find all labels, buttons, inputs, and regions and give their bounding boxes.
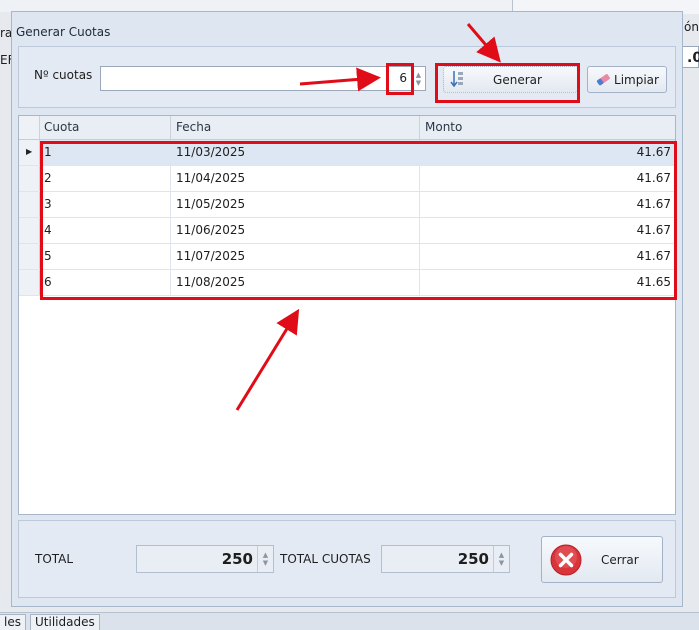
annotation-arrow-to-generar bbox=[466, 23, 501, 63]
annotation-arrows bbox=[235, 23, 501, 411]
annotation-arrow-to-grid bbox=[235, 308, 300, 411]
annotation-arrow-to-cuotas bbox=[299, 67, 381, 92]
